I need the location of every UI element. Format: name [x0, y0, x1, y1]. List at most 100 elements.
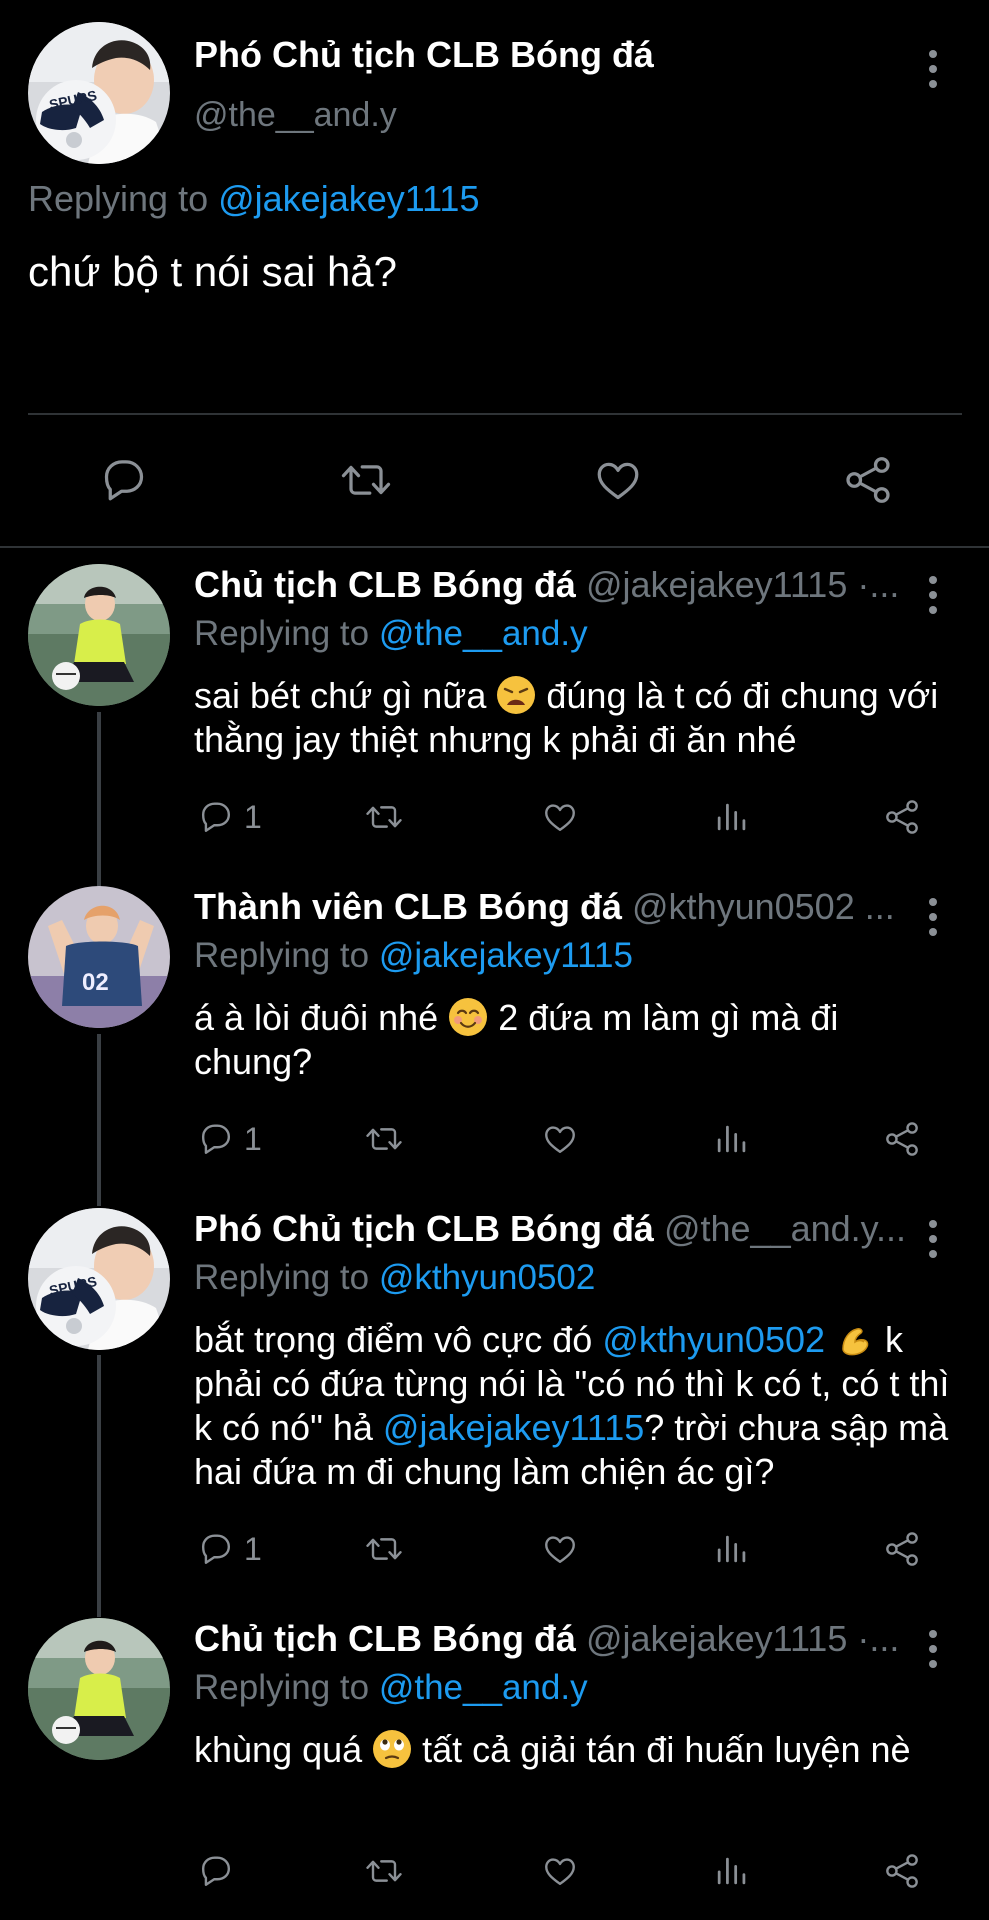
author-handle[interactable]: @jakejakey1115 ·...: [586, 564, 899, 605]
replying-to-handle-link[interactable]: @jakejakey1115: [379, 936, 633, 975]
stats-icon: [717, 1535, 746, 1563]
tweet-text-part: á à lòi đuôi nhé: [194, 997, 449, 1038]
avatar[interactable]: SPURS: [28, 1208, 170, 1350]
replying-to: Replying to @the__and.y: [194, 614, 588, 654]
tweet-text: sai bét chứ gì nữa đúng là t có đi chung…: [194, 674, 964, 762]
reply-button[interactable]: 1: [194, 792, 262, 842]
like-button[interactable]: [538, 792, 582, 842]
tweet-text: khùng quá tất cả giải tán đi huấn luyện …: [194, 1728, 964, 1772]
mention-link[interactable]: @kthyun0502: [602, 1319, 825, 1360]
replying-to-handle-link[interactable]: @the__and.y: [379, 1668, 588, 1707]
replying-to-label: Replying to: [194, 614, 379, 653]
stats-icon: [717, 803, 746, 831]
retweet-button[interactable]: [362, 1114, 406, 1164]
tweet-text: bắt trọng điểm vô cực đó @kthyun0502 k p…: [194, 1318, 964, 1494]
author-handle[interactable]: @the__and.y...: [664, 1208, 906, 1249]
share-button[interactable]: [880, 792, 924, 842]
retweet-icon: [366, 1538, 402, 1560]
svg-text:02: 02: [82, 969, 109, 996]
retweet-button[interactable]: [336, 450, 396, 510]
avatar[interactable]: 02: [28, 886, 170, 1028]
like-button[interactable]: [538, 1524, 582, 1574]
tweet-text-part: tất cả giải tán đi huấn luyện nè: [412, 1729, 911, 1770]
reply-icon: [201, 802, 231, 832]
like-button[interactable]: [588, 450, 648, 510]
tweet-text: chứ bộ t nói sai hả?: [28, 248, 398, 295]
reply-count: 1: [244, 1120, 262, 1157]
retweet-button[interactable]: [362, 792, 406, 842]
share-button[interactable]: [838, 450, 898, 510]
reply-tweet[interactable]: Chủ tịch CLB Bóng đá @jakejakey1115 ·...…: [0, 548, 989, 870]
author-name[interactable]: Chủ tịch CLB Bóng đá: [194, 1618, 576, 1659]
tweet-actions: 1: [194, 1114, 954, 1164]
share-icon: [886, 800, 918, 834]
more-options-icon[interactable]: [918, 572, 948, 618]
mention-link[interactable]: @jakejakey1115: [383, 1407, 644, 1448]
retweet-button[interactable]: [362, 1524, 406, 1574]
replying-to-label: Replying to: [194, 1668, 379, 1707]
more-options-icon[interactable]: [918, 894, 948, 940]
like-icon: [545, 1536, 575, 1564]
reply-header: Chủ tịch CLB Bóng đá @jakejakey1115 ·...: [194, 1618, 914, 1660]
reply-icon: [201, 1856, 231, 1886]
more-options-icon[interactable]: [918, 1626, 948, 1672]
reply-tweet[interactable]: SPURS Phó Chủ tịch CLB Bóng đá @the__and…: [0, 1192, 989, 1602]
tweet-text-part: bắt trọng điểm vô cực đó: [194, 1319, 603, 1360]
reply-icon: [201, 1124, 231, 1154]
share-icon: [886, 1532, 918, 1566]
author-name[interactable]: Phó Chủ tịch CLB Bóng đá: [194, 34, 654, 76]
like-icon: [545, 1126, 575, 1154]
analytics-button[interactable]: [710, 1524, 754, 1574]
like-icon: [545, 1858, 575, 1886]
replying-to-label: Replying to: [28, 178, 219, 219]
stats-icon: [717, 1857, 746, 1885]
replying-to-handle-link[interactable]: @jakejakey1115: [218, 178, 479, 219]
eye-roll-face-emoji: [372, 1729, 412, 1769]
like-icon: [545, 804, 575, 832]
author-name[interactable]: Thành viên CLB Bóng đá: [194, 886, 622, 927]
weary-face-emoji: [496, 675, 536, 715]
share-button[interactable]: [880, 1524, 924, 1574]
reply-header: Phó Chủ tịch CLB Bóng đá @the__and.y...: [194, 1208, 914, 1250]
reply-button[interactable]: 1: [194, 1524, 262, 1574]
like-button[interactable]: [538, 1846, 582, 1896]
replying-to: Replying to @jakejakey1115: [28, 178, 479, 220]
tweet-text: á à lòi đuôi nhé 2 đứa m làm gì mà đi ch…: [194, 996, 964, 1084]
author-handle[interactable]: @the__and.y: [194, 96, 397, 135]
reply-tweet[interactable]: Chủ tịch CLB Bóng đá @jakejakey1115 ·...…: [0, 1602, 989, 1920]
avatar[interactable]: [28, 564, 170, 706]
share-button[interactable]: [880, 1114, 924, 1164]
replying-to: Replying to @the__and.y: [194, 1668, 588, 1708]
like-button[interactable]: [538, 1114, 582, 1164]
replying-to-handle-link[interactable]: @the__and.y: [379, 614, 588, 653]
author-name[interactable]: Phó Chủ tịch CLB Bóng đá: [194, 1208, 654, 1249]
more-options-icon[interactable]: [918, 46, 948, 92]
analytics-button[interactable]: [710, 1114, 754, 1164]
author-handle[interactable]: @jakejakey1115 ·...: [586, 1618, 899, 1659]
retweet-button[interactable]: [362, 1846, 406, 1896]
reply-header: Thành viên CLB Bóng đá @kthyun0502 ...: [194, 886, 914, 928]
tweet-text-part: khùng quá: [194, 1729, 373, 1770]
more-options-icon[interactable]: [918, 1216, 948, 1262]
reply-tweet[interactable]: 02 Thành viên CLB Bóng đá @kthyun0502 ..…: [0, 870, 989, 1192]
reply-icon: [201, 1534, 231, 1564]
avatar[interactable]: SPURS: [28, 22, 170, 164]
replying-to-label: Replying to: [194, 1258, 379, 1297]
analytics-button[interactable]: [710, 1846, 754, 1896]
reply-count: 1: [244, 1530, 262, 1567]
pinching-hand-emoji: [835, 1319, 875, 1359]
reply-button[interactable]: [194, 1846, 244, 1896]
reply-button[interactable]: 1: [194, 1114, 262, 1164]
smiling-face-emoji: [448, 997, 488, 1037]
tweet-actions: 1: [194, 1524, 954, 1574]
retweet-icon: [366, 806, 402, 828]
share-button[interactable]: [880, 1846, 924, 1896]
analytics-button[interactable]: [710, 792, 754, 842]
share-icon: [886, 1854, 918, 1888]
author-handle[interactable]: @kthyun0502 ...: [632, 886, 895, 927]
replying-to: Replying to @jakejakey1115: [194, 936, 633, 976]
replying-to-handle-link[interactable]: @kthyun0502: [379, 1258, 596, 1297]
author-name[interactable]: Chủ tịch CLB Bóng đá: [194, 564, 576, 605]
reply-button[interactable]: [94, 450, 154, 510]
avatar[interactable]: [28, 1618, 170, 1760]
